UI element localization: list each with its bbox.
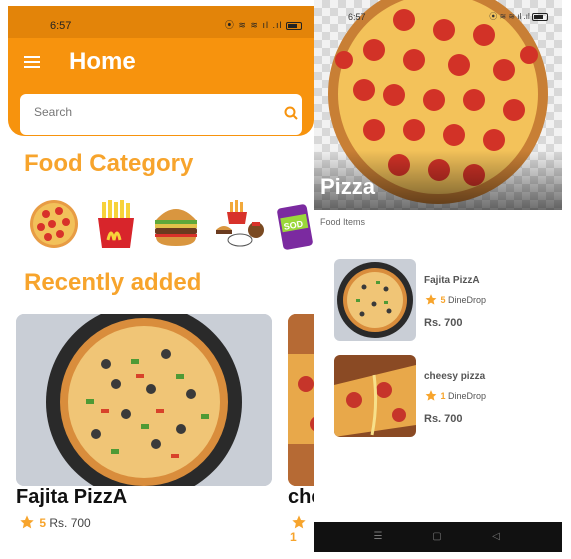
food-item-price: Rs. 700 — [424, 317, 463, 329]
status-time: 6:57 — [50, 20, 72, 32]
hamburger-menu-icon[interactable] — [24, 56, 40, 68]
rating-value: 1 — [440, 391, 446, 401]
burger-icon[interactable] — [150, 198, 202, 250]
food-item-image — [334, 355, 416, 437]
recently-added-heading: Recently added — [24, 269, 202, 296]
cheesy-pizza-image — [288, 314, 314, 486]
rating-value: 5 — [440, 295, 446, 305]
recent-item-card[interactable] — [288, 314, 314, 486]
category-list: SOD — [28, 198, 314, 254]
app-bar: 6:57 ⦿ ≋ ≋ ıl .ıl Home — [8, 6, 314, 136]
rating-value: 1 — [290, 530, 297, 544]
food-item-row[interactable]: cheesy pizza 1 DineDrop Rs. 700 — [334, 355, 554, 439]
food-item-name: Fajita PizzA — [424, 275, 480, 286]
category-title: Pizza — [320, 174, 376, 199]
soda-can-icon[interactable]: SOD — [272, 198, 314, 250]
food-item-meta: 1 DineDrop — [424, 389, 486, 402]
food-item-name: cheesy pizza — [424, 371, 486, 382]
star-icon — [292, 515, 306, 529]
hero-banner: 6:57 ⦿ ≋ ≋ ıl .ıl Pizza — [314, 0, 562, 210]
home-button[interactable]: ▢ — [431, 531, 443, 543]
recent-item-meta: 1 — [290, 514, 314, 544]
status-bar: 6:57 ⦿ ≋ ≋ ıl .ıl — [314, 0, 562, 28]
food-items-label: Food Items — [320, 217, 366, 227]
status-bar: 6:57 ⦿ ≋ ≋ ıl .ıl — [8, 6, 314, 38]
food-item-price: Rs. 700 — [424, 413, 463, 425]
status-time: 6:57 — [348, 12, 366, 22]
battery-icon — [532, 12, 548, 21]
home-screen: 6:57 ⦿ ≋ ≋ ıl .ıl Home Food Category — [8, 6, 314, 559]
back-button[interactable]: ◁ — [490, 531, 502, 543]
food-item-row[interactable]: Fajita PizzA 5 DineDrop Rs. 700 — [334, 259, 554, 343]
restaurant-name: DineDrop — [448, 295, 487, 305]
category-detail-screen: 6:57 ⦿ ≋ ≋ ıl .ıl Pizza Food Items Fajit… — [314, 0, 562, 552]
status-icons: ⦿ ≋ ≋ ıl .ıl — [489, 11, 548, 22]
recent-item-name[interactable]: che — [288, 486, 314, 509]
food-item-image — [334, 259, 416, 341]
search-icon[interactable] — [284, 106, 298, 120]
system-nav-bar: ☰ ▢ ◁ — [314, 522, 562, 552]
pepperoni-pizza-icon[interactable] — [28, 198, 80, 250]
food-item-meta: 5 DineDrop — [424, 293, 486, 306]
search-bar[interactable] — [20, 94, 302, 135]
rating-value: 5 — [39, 516, 47, 530]
page-title: Home — [69, 48, 136, 75]
status-icons: ⦿ ≋ ≋ ıl .ıl — [225, 18, 302, 31]
recents-button[interactable]: ☰ — [372, 531, 384, 543]
fries-icon[interactable] — [90, 198, 142, 250]
restaurant-name: DineDrop — [448, 391, 487, 401]
recent-item-card[interactable] — [16, 314, 272, 486]
meal-combo-icon[interactable] — [214, 198, 266, 250]
price-value: Rs. 700 — [49, 516, 91, 530]
recent-item-name[interactable]: Fajita PizzA — [16, 486, 127, 509]
star-icon — [425, 390, 437, 401]
star-icon — [20, 515, 34, 529]
food-category-heading: Food Category — [24, 150, 194, 177]
fajita-pizza-image — [16, 314, 272, 486]
star-icon — [425, 294, 437, 305]
battery-icon — [286, 21, 302, 30]
recent-item-meta: 5 Rs. 700 — [18, 514, 91, 530]
search-input[interactable] — [34, 105, 264, 119]
